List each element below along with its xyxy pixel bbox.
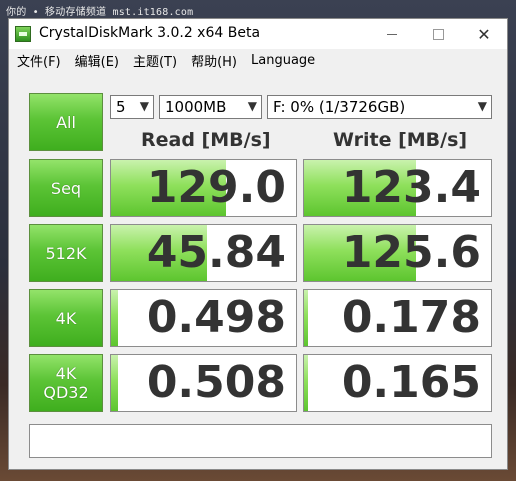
4k-qd32-read-result: 0.508	[110, 354, 297, 412]
4k-qd32-write-result: 0.165	[303, 354, 492, 412]
menu-bar: 文件(F) 编辑(E) 主题(T) 帮助(H) Language	[9, 49, 507, 71]
menu-edit[interactable]: 编辑(E)	[69, 51, 125, 70]
write-column-header: Write [MB/s]	[333, 129, 468, 151]
menu-theme[interactable]: 主题(T)	[127, 51, 183, 70]
result-value: 0.165	[341, 357, 481, 408]
result-bar	[111, 290, 119, 346]
app-window: CrystalDiskMark 3.0.2 x64 Beta ✕ 文件(F) 编…	[8, 18, 508, 470]
test-count-value: 5	[116, 98, 126, 116]
comment-input[interactable]	[29, 424, 492, 458]
result-value: 45.84	[146, 227, 286, 278]
row-label: 4K	[55, 308, 77, 328]
row-label: Seq	[50, 178, 82, 198]
result-value: 123.4	[341, 162, 481, 213]
result-value: 129.0	[146, 162, 286, 213]
run-all-label: All	[56, 112, 76, 132]
seq-read-result: 129.0	[110, 159, 297, 217]
close-icon: ✕	[477, 24, 491, 44]
close-button[interactable]: ✕	[461, 19, 507, 49]
512k-write-result: 125.6	[303, 224, 492, 282]
maximize-button[interactable]	[415, 19, 461, 49]
run-512k-button[interactable]: 512K	[29, 224, 103, 282]
app-icon	[15, 26, 31, 42]
chevron-down-icon: ▼	[139, 99, 149, 113]
run-seq-button[interactable]: Seq	[29, 159, 103, 217]
watermark-text: 你的 • 移动存储频道 mst.it168.com	[6, 7, 194, 18]
menu-language[interactable]: Language	[245, 53, 321, 68]
result-value: 0.178	[341, 292, 481, 343]
title-bar[interactable]: CrystalDiskMark 3.0.2 x64 Beta ✕	[9, 19, 507, 49]
result-value: 0.498	[146, 292, 286, 343]
drive-value: F: 0% (1/3726GB)	[273, 98, 406, 116]
drive-select[interactable]: F: 0% (1/3726GB) ▼	[267, 95, 492, 119]
run-4k-qd32-button[interactable]: 4K QD32	[29, 354, 103, 412]
menu-file[interactable]: 文件(F)	[11, 51, 67, 70]
chevron-down-icon: ▼	[477, 99, 487, 113]
test-count-select[interactable]: 5 ▼	[110, 95, 154, 119]
row-label-line2: QD32	[43, 383, 89, 402]
result-bar	[304, 290, 308, 346]
row-label: 512K	[45, 243, 87, 263]
seq-write-result: 123.4	[303, 159, 492, 217]
result-value: 0.508	[146, 357, 286, 408]
test-size-value: 1000MB	[165, 98, 227, 116]
read-column-header: Read [MB/s]	[141, 129, 271, 151]
menu-help[interactable]: 帮助(H)	[185, 51, 243, 70]
result-bar	[304, 355, 308, 411]
result-bar	[111, 355, 119, 411]
512k-read-result: 45.84	[110, 224, 297, 282]
window-title: CrystalDiskMark 3.0.2 x64 Beta	[39, 25, 261, 41]
minimize-button[interactable]	[369, 19, 415, 49]
row-label: 4K	[55, 364, 77, 383]
minimize-icon	[387, 33, 397, 35]
maximize-icon	[432, 28, 444, 40]
run-all-button[interactable]: All	[29, 93, 103, 151]
test-size-select[interactable]: 1000MB ▼	[159, 95, 262, 119]
run-4k-button[interactable]: 4K	[29, 289, 103, 347]
result-value: 125.6	[341, 227, 481, 278]
chevron-down-icon: ▼	[247, 99, 257, 113]
4k-write-result: 0.178	[303, 289, 492, 347]
4k-read-result: 0.498	[110, 289, 297, 347]
